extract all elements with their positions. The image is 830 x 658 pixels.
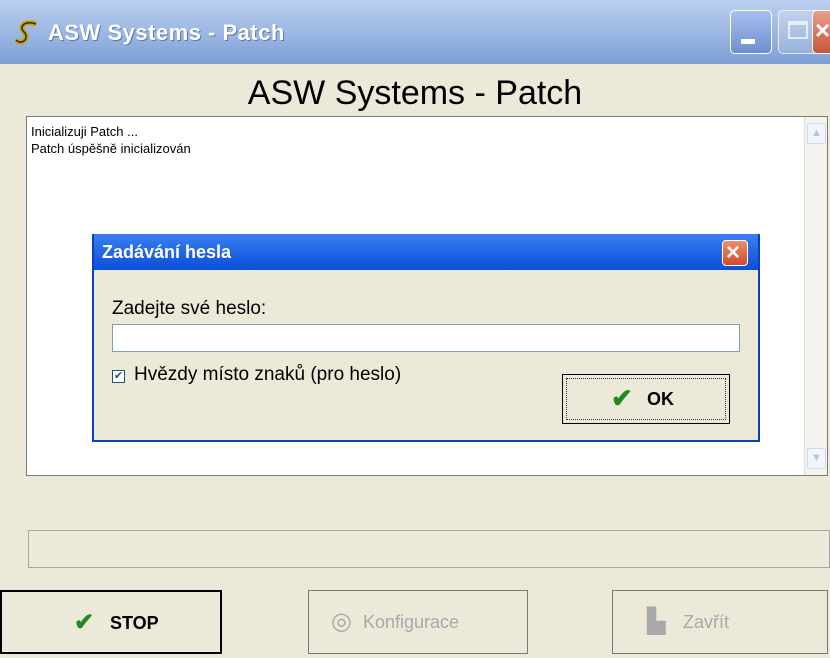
konfigurace-button[interactable]: ◎ Konfigurace	[308, 590, 528, 654]
password-label: Zadejte své heslo:	[112, 298, 267, 319]
stars-checkbox-label[interactable]: Hvězdy místo znaků (pro heslo)	[134, 364, 401, 386]
gear-icon: ◎	[331, 608, 352, 635]
konfigurace-label: Konfigurace	[363, 612, 460, 632]
minimize-icon	[741, 39, 755, 44]
scroll-down-icon[interactable]: ▼	[807, 448, 826, 469]
scroll-up-icon[interactable]: ▲	[807, 123, 826, 144]
dialog-close-button[interactable]: ×	[722, 239, 748, 266]
zavrit-button[interactable]: ▙ Zavřít	[612, 590, 828, 654]
stop-button[interactable]: ✔ STOP	[0, 590, 222, 654]
checkmark-icon: ✔	[611, 383, 633, 413]
ok-button[interactable]: ✔ OK	[562, 374, 730, 424]
stars-checkbox[interactable]: ✔	[112, 370, 125, 383]
close-icon: ×	[815, 15, 830, 45]
password-input[interactable]	[112, 324, 740, 352]
log-line: Patch úspěšně inicializován	[31, 141, 191, 156]
minimize-button[interactable]	[730, 10, 772, 54]
log-scrollbar[interactable]: ▲ ▼	[804, 117, 827, 475]
window-title: ASW Systems - Patch	[48, 20, 285, 45]
log-lines: Inicializuji Patch ... Patch úspěšně ini…	[31, 123, 191, 157]
door-icon: ▙	[647, 608, 666, 635]
maximize-icon	[788, 21, 808, 39]
title-bar: ASW Systems - Patch ×	[0, 0, 830, 64]
window-close-button[interactable]: ×	[812, 10, 830, 54]
stop-label: STOP	[110, 613, 159, 633]
checkmark-icon: ✔	[74, 609, 95, 636]
s-logo-icon	[14, 20, 37, 45]
dialog-title-bar: Zadávání hesla ×	[94, 234, 758, 270]
zavrit-label: Zavřít	[683, 612, 730, 632]
focus-rect	[566, 378, 726, 420]
status-panel	[28, 530, 830, 568]
log-line: Inicializuji Patch ...	[31, 124, 138, 139]
ok-label: OK	[647, 389, 674, 409]
close-icon: ×	[726, 239, 741, 266]
dialog-title: Zadávání hesla	[102, 242, 232, 262]
password-dialog: Zadávání hesla × Zadejte své heslo: ✔ Hv…	[92, 234, 760, 442]
page-heading: ASW Systems - Patch	[247, 74, 583, 112]
